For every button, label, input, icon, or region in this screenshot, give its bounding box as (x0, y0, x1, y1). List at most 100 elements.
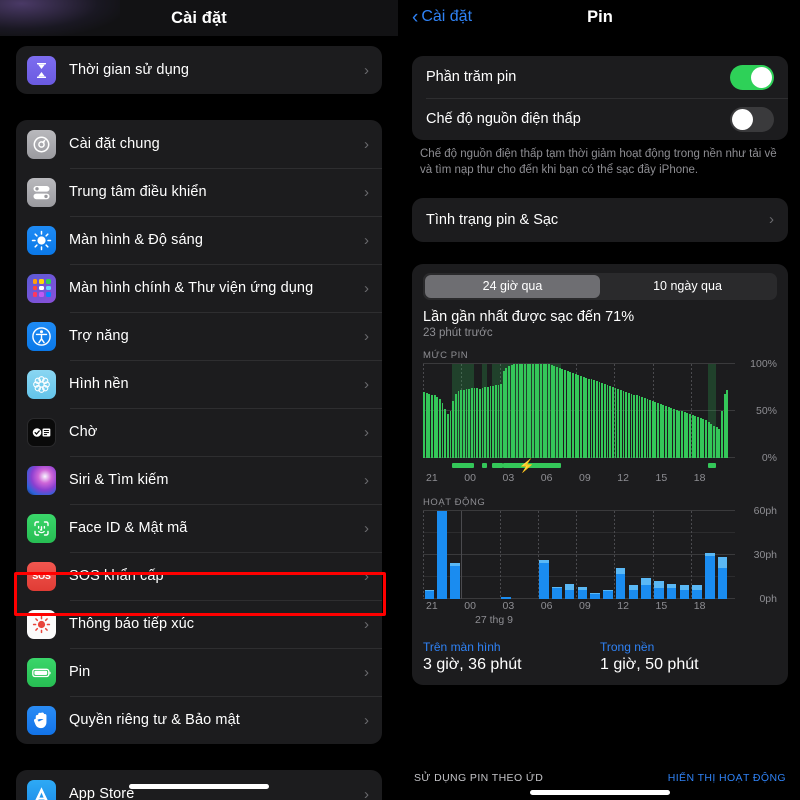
battery-level-bar (534, 363, 537, 458)
x-tick-label: 18 (693, 471, 706, 484)
battery-level-bar (590, 379, 593, 458)
battery-level-bar (617, 388, 620, 458)
battery-level-bar (609, 386, 612, 458)
battery-level-bar (465, 388, 468, 458)
battery-level-bar (470, 387, 473, 458)
activity-bar-background (424, 589, 435, 592)
settings-group-main: Cài đặt chung › Trung tâm điều khiển › M… (16, 120, 382, 744)
last-charge-headline: Lần gần nhất được sạc đến 71% (423, 308, 635, 325)
segment-10-days[interactable]: 10 ngày qua (600, 275, 775, 298)
battery-level-bar (651, 401, 654, 458)
battery-level-bar (532, 363, 534, 458)
accessibility-icon (27, 321, 56, 351)
battery-level-bar (569, 371, 572, 458)
sidebar-item-privacy-security[interactable]: Quyền riêng tư & Bảo mật › (16, 696, 382, 744)
x-tick-label: 12 (617, 471, 629, 484)
chevron-right-icon: › (364, 423, 369, 441)
battery-level-bar (638, 396, 641, 458)
activity-bar-background (615, 567, 626, 574)
gridline (423, 553, 735, 555)
battery-level-bar (492, 386, 495, 458)
activity-bar-background (654, 580, 664, 589)
x-tick-label: 03 (502, 471, 515, 484)
x-tick-label: 15 (655, 471, 668, 484)
chevron-right-icon: › (364, 327, 369, 345)
hourglass-icon (27, 55, 56, 85)
sidebar-item-screen-time[interactable]: Thời gian sử dụng › (16, 46, 382, 94)
battery-toggles-group: Phần trăm pin Chế độ nguồn điện thấp (412, 56, 788, 140)
activity-bar-background (679, 585, 690, 590)
battery-level-x-axis: 21 00 03 06 09 12 15 18 (423, 471, 735, 486)
stat-label: Trên màn hình (423, 639, 501, 654)
battery-level-bar (587, 378, 590, 458)
battery-level-bar (425, 392, 428, 458)
x-tick-label: 15 (655, 599, 668, 612)
segment-24-hours[interactable]: 24 giờ qua (425, 274, 600, 298)
battery-level-bar (433, 395, 436, 458)
battery-level-bar (572, 372, 574, 458)
activity-bar-background (641, 577, 651, 586)
sidebar-item-emergency-sos[interactable]: SOS SOS khẩn cấp › (16, 552, 382, 600)
sidebar-item-general[interactable]: Cài đặt chung › (16, 120, 382, 168)
chevron-right-icon: › (364, 471, 369, 489)
battery-level-bar (603, 384, 606, 458)
row-low-power-mode[interactable]: Chế độ nguồn điện thấp (412, 98, 788, 140)
sidebar-item-control-center[interactable]: Trung tâm điều khiển › (16, 168, 382, 216)
sidebar-item-siri-search[interactable]: Siri & Tìm kiếm › (16, 456, 382, 504)
battery-percentage-toggle[interactable] (730, 64, 774, 90)
battery-level-bar (457, 390, 460, 458)
battery-level-bar (481, 387, 484, 458)
settings-list-panel: Cài đặt Thời gian sử dụng › Cài đặt chun… (0, 0, 400, 800)
chevron-right-icon: › (364, 663, 369, 681)
show-activity-link[interactable]: HIỂN THỊ HOẠT ĐỘNG (668, 772, 786, 784)
x-tick-label: 09 (579, 471, 591, 484)
gridline-vertical (423, 510, 424, 599)
gridline-minor (423, 531, 735, 533)
battery-level-bar (726, 389, 729, 458)
low-power-mode-toggle[interactable] (730, 106, 774, 132)
stat-value: 1 giờ, 50 phút (600, 655, 699, 673)
battery-level-bar (449, 410, 452, 458)
battery-level-bar (454, 393, 457, 458)
battery-level-bar (524, 363, 526, 458)
chevron-right-icon: › (364, 519, 369, 537)
battery-level-bar (678, 410, 681, 458)
sidebar-item-standby[interactable]: Chờ › (16, 408, 382, 456)
activity-date-label: 27 thg 9 (475, 613, 513, 626)
row-battery-percentage[interactable]: Phần trăm pin (412, 56, 788, 98)
siri-orb-icon (27, 465, 56, 495)
activity-bar-background (692, 585, 702, 590)
sidebar-item-battery[interactable]: Pin › (16, 648, 382, 696)
sidebar-item-wallpaper[interactable]: Hình nền › (16, 360, 382, 408)
y-tick-label: 0% (761, 451, 777, 464)
battery-level-bar (627, 392, 630, 458)
battery-level-bar (579, 375, 582, 458)
battery-level-bar (683, 412, 686, 458)
battery-usage-card: 24 giờ qua 10 ngày qua Lần gần nhất được… (412, 263, 788, 685)
row-battery-health[interactable]: Tình trạng pin & Sạc › (412, 198, 788, 242)
battery-level-bar (619, 389, 622, 458)
sidebar-item-accessibility[interactable]: Trợ năng › (16, 312, 382, 360)
sidebar-item-label: App Store (69, 786, 135, 800)
battery-level-bar (537, 363, 540, 458)
toggle-knob (732, 108, 753, 130)
battery-level-bar (718, 429, 721, 458)
flower-icon (27, 369, 56, 399)
battery-level-bar (723, 393, 726, 458)
battery-level-bar (478, 388, 481, 458)
battery-level-bar (643, 398, 646, 458)
sidebar-item-display-brightness[interactable]: Màn hình & Độ sáng › (16, 216, 382, 264)
sidebar-item-home-screen[interactable]: Màn hình chính & Thư viện ứng dụng › (16, 264, 382, 312)
battery-level-bar (595, 381, 598, 458)
activity-bar-background (628, 585, 639, 590)
sidebar-item-face-id[interactable]: Face ID & Mật mã › (16, 504, 382, 552)
battery-level-bar (436, 397, 439, 458)
battery-level-bar (508, 366, 510, 458)
time-range-segmented-control[interactable]: 24 giờ qua 10 ngày qua (423, 272, 777, 300)
sidebar-item-exposure-notifications[interactable]: Thông báo tiếp xúc › (16, 600, 382, 648)
battery-level-bar (446, 414, 449, 458)
battery-settings-panel: ‹ Cài đặt Pin Phần trăm pin Chế độ nguồn… (400, 0, 800, 800)
row-label: Tình trạng pin & Sạc (426, 211, 559, 228)
battery-level-bar (505, 368, 508, 458)
gridline-minor (423, 575, 735, 577)
